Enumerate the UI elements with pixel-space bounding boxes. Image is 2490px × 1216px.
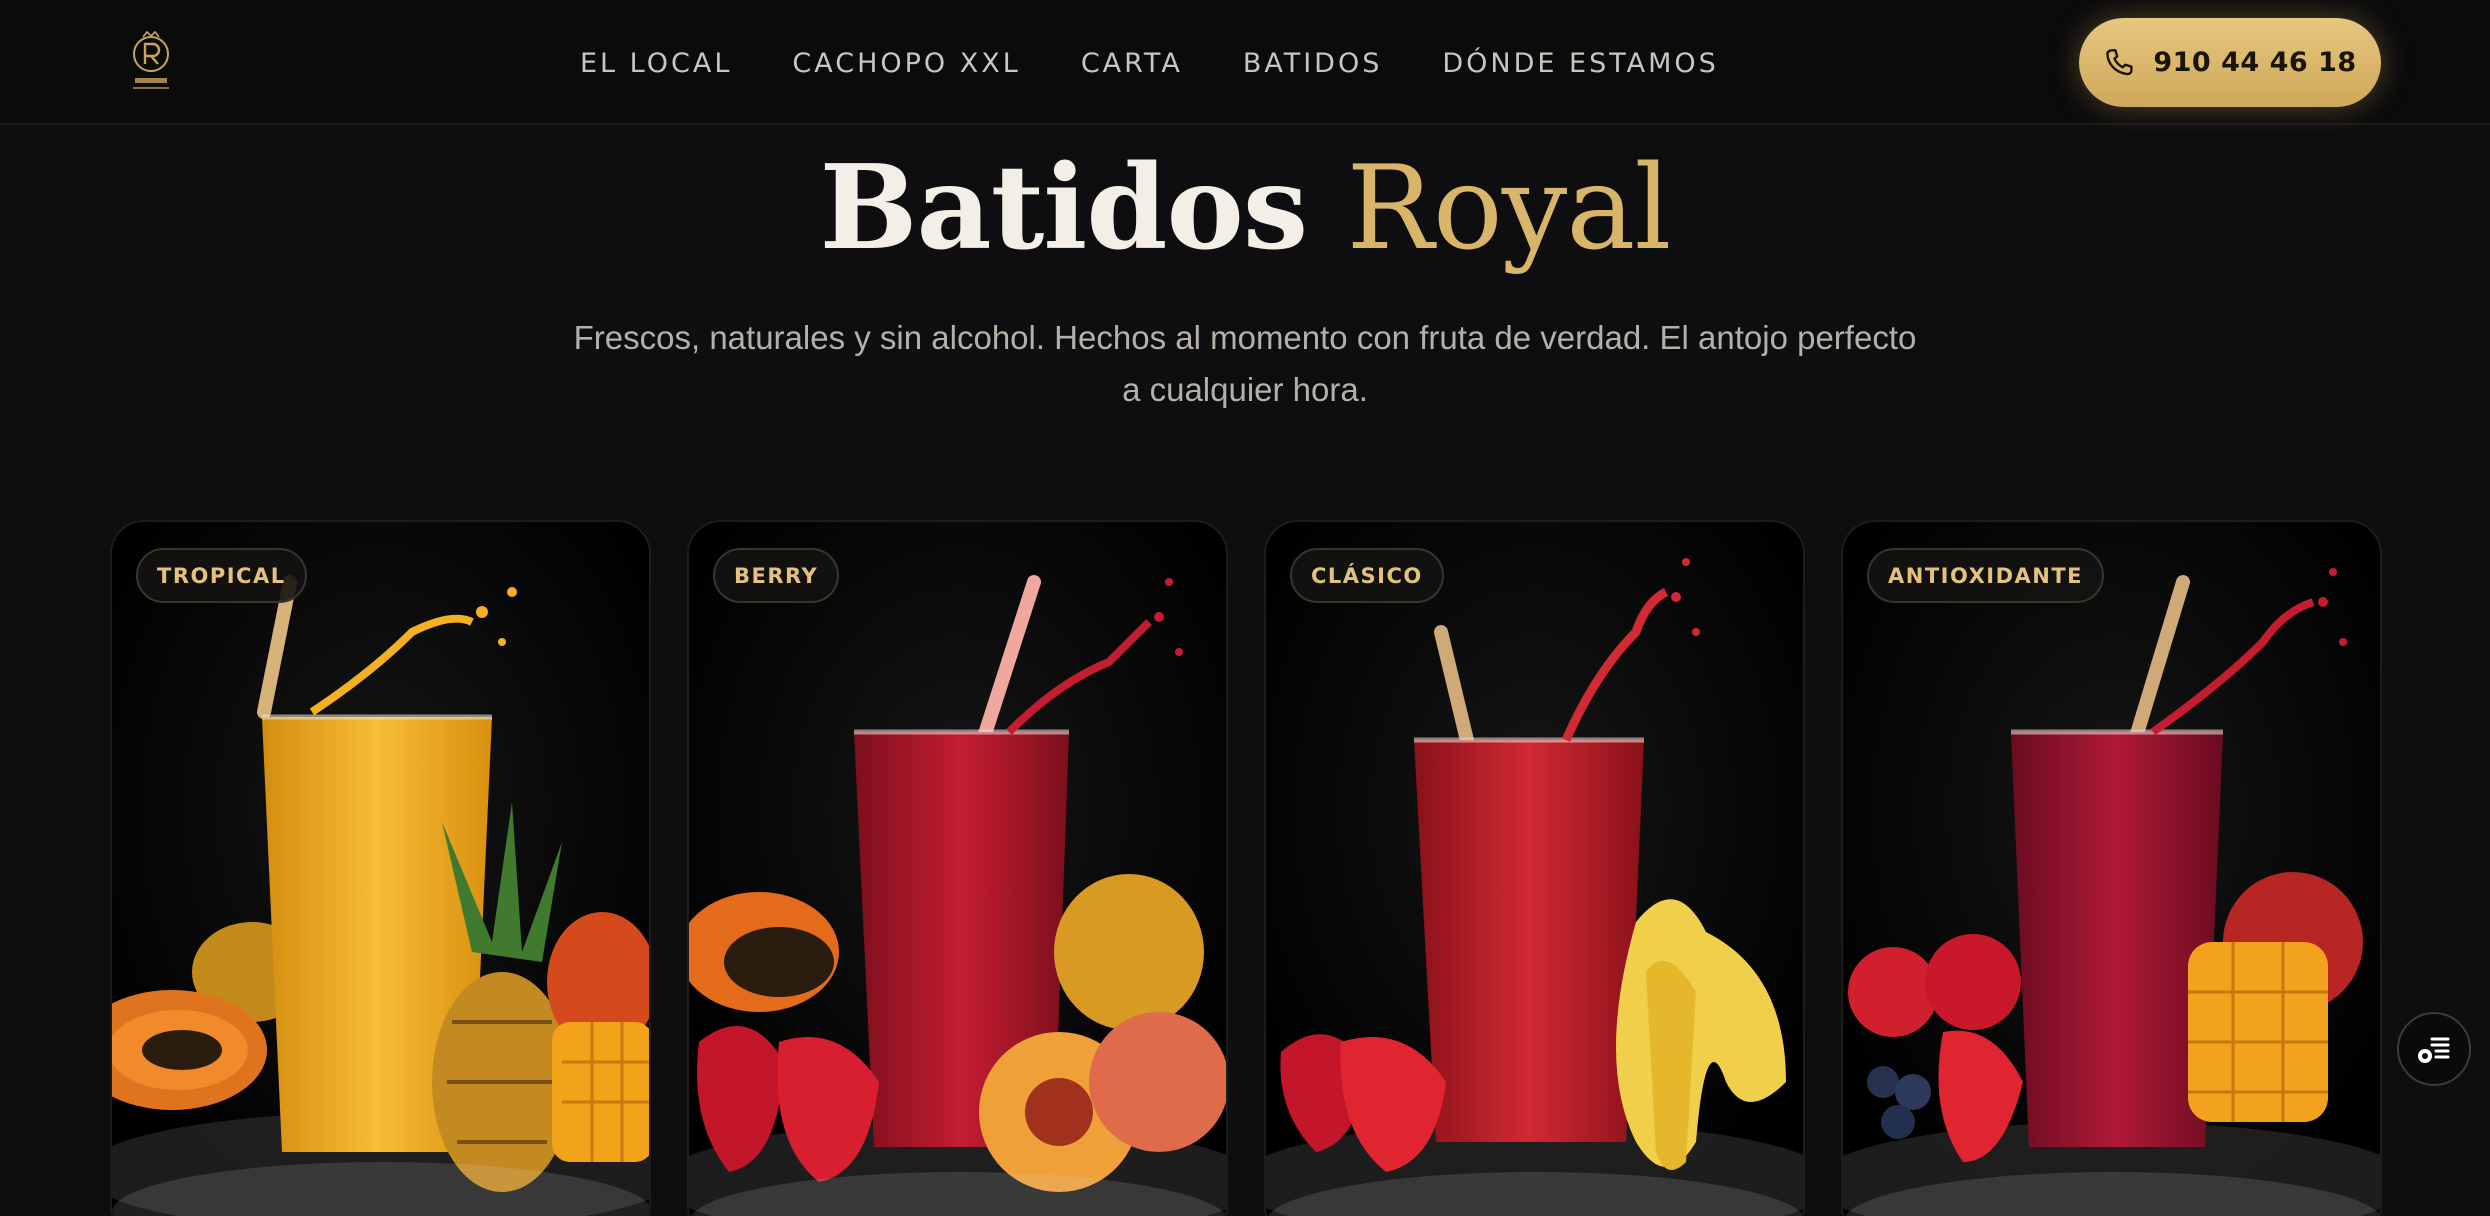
category-badge: ANTIOXIDANTE [1867,548,2105,603]
floating-menu-button[interactable] [2397,1012,2471,1086]
smoothie-card-berry[interactable]: BERRY [687,520,1228,1216]
phone-icon [2106,48,2133,75]
nav-donde-estamos[interactable]: DÓNDE ESTAMOS [1442,48,1718,79]
tropical-smoothie-image [112,522,649,1216]
smoothie-card-tropical[interactable]: TROPICAL [110,520,651,1216]
accessibility-menu-icon [2418,1037,2450,1063]
hero-subtitle: Frescos, naturales y sin alcohol. Hechos… [573,319,1917,408]
category-badge: BERRY [713,548,840,603]
site-header: EL LOCAL CACHOPO XXL CARTA BATIDOS DÓNDE… [0,0,2490,125]
nav-carta[interactable]: CARTA [1081,48,1183,79]
smoothie-card-clasico[interactable]: CLÁSICO [1264,520,1805,1216]
category-badge: CLÁSICO [1290,548,1444,603]
nav-batidos[interactable]: BATIDOS [1243,48,1383,79]
phone-number: 910 44 46 18 [2153,47,2357,78]
clasico-smoothie-image [1266,522,1803,1216]
royal-logo[interactable] [126,28,176,94]
smoothie-cards: TROPICAL BERRY CLÁSICO ANTIOXIDANTE [110,520,2382,1216]
title-gold: Royal [1346,141,1672,276]
page-title: Batidos Royal [0,140,2490,276]
smoothie-card-antioxidante[interactable]: ANTIOXIDANTE [1841,520,2382,1216]
title-white: Batidos [819,140,1308,276]
category-badge: TROPICAL [136,548,307,603]
nav-el-local[interactable]: EL LOCAL [580,48,732,79]
berry-smoothie-image [689,522,1226,1216]
antioxidante-smoothie-image [1843,522,2380,1216]
nav-cachopo-xxl[interactable]: CACHOPO XXL [792,48,1020,79]
main-nav: EL LOCAL CACHOPO XXL CARTA BATIDOS DÓNDE… [580,40,1719,86]
call-button[interactable]: 910 44 46 18 [2079,18,2381,107]
